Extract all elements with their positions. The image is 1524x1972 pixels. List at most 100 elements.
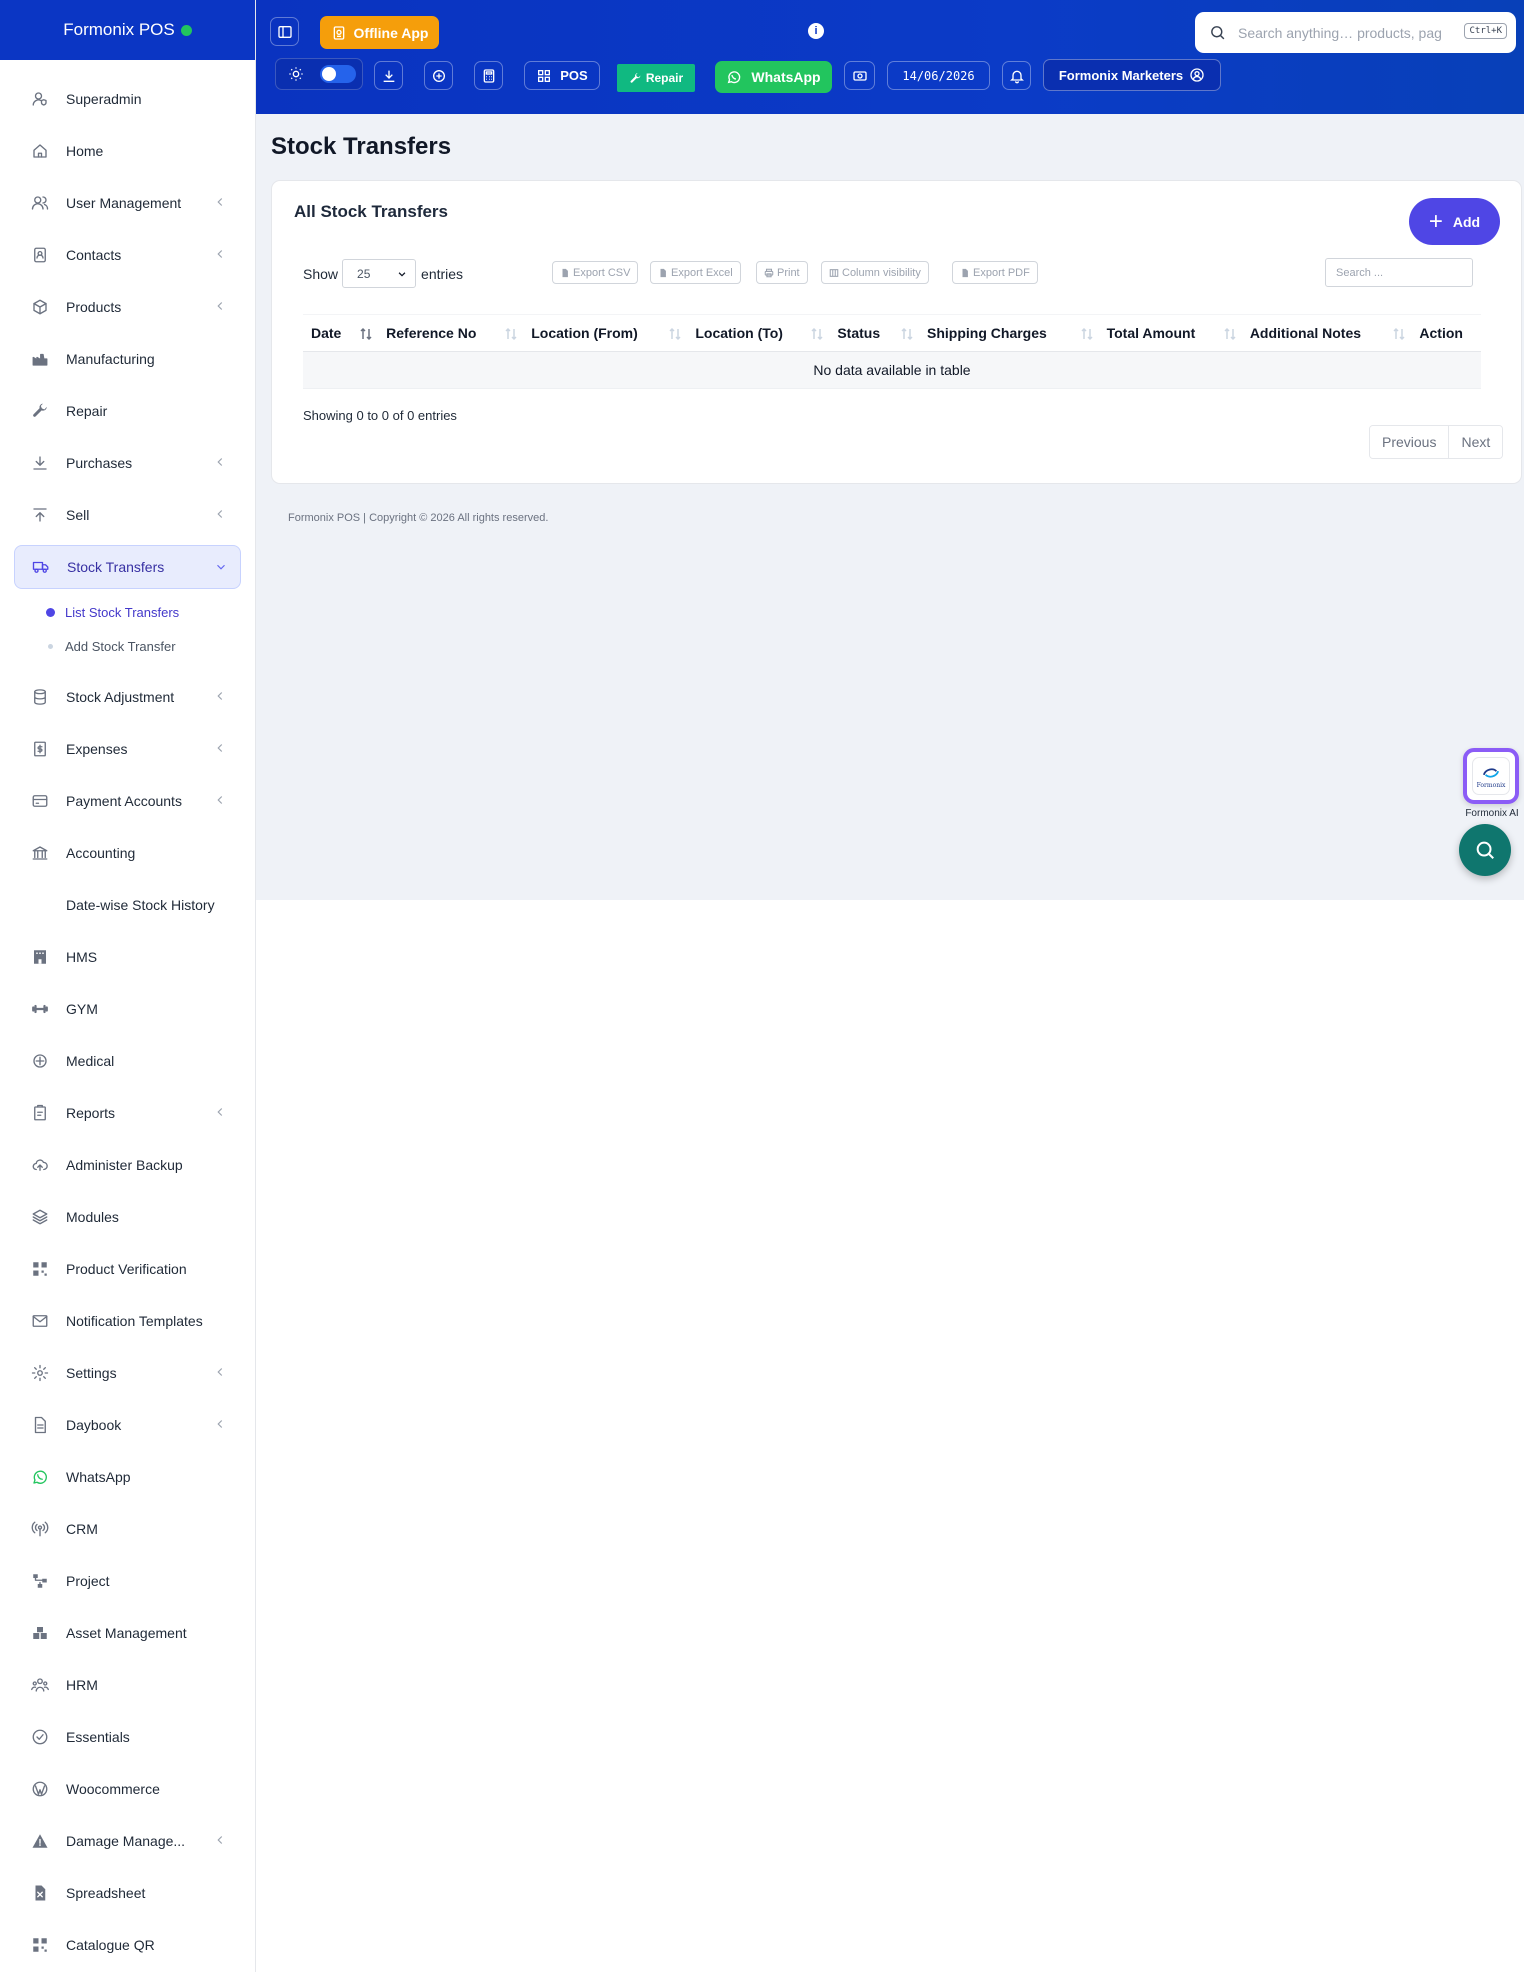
sidebar-item-damage-manage[interactable]: Damage Manage... <box>0 1815 255 1867</box>
column-header-additional-notes[interactable]: Additional Notes <box>1241 314 1412 352</box>
check-circle-icon <box>31 1728 49 1746</box>
sidebar-item-essentials[interactable]: Essentials <box>0 1711 255 1763</box>
export-pdf-label: Export PDF <box>973 266 1030 279</box>
pagination: Previous Next <box>1369 425 1504 459</box>
column-header-shipping-charges[interactable]: Shipping Charges <box>919 314 1099 352</box>
offline-app-label: Offline App <box>353 24 429 41</box>
column-header-action[interactable]: Action <box>1411 314 1481 352</box>
previous-page-button[interactable]: Previous <box>1370 426 1449 458</box>
home-icon <box>31 142 49 160</box>
column-header-location-from[interactable]: Location (From) <box>523 314 688 352</box>
add-quick-button[interactable] <box>424 61 453 90</box>
sort-icon <box>1393 327 1405 341</box>
column-header-reference-no[interactable]: Reference No <box>378 314 524 352</box>
page-title: Stock Transfers <box>271 133 452 160</box>
sidebar-item-sell[interactable]: Sell <box>0 489 255 541</box>
column-header-status[interactable]: Status <box>829 314 920 352</box>
info-button[interactable]: i <box>808 23 824 39</box>
pos-label: POS <box>560 68 588 83</box>
qr-icon <box>31 1260 49 1278</box>
print-button[interactable]: Print <box>756 261 808 284</box>
sidebar-item-modules[interactable]: Modules <box>0 1191 255 1243</box>
download-button[interactable] <box>374 61 403 90</box>
sidebar-item-label: Date-wise Stock History <box>66 897 215 913</box>
theme-toggle[interactable] <box>275 58 363 90</box>
notifications-button[interactable] <box>1002 61 1031 90</box>
column-visibility-button[interactable]: Column visibility <box>821 261 929 284</box>
pos-button[interactable]: POS <box>524 61 600 90</box>
sidebar-item-date-wise-stock-history[interactable]: Date-wise Stock History <box>0 879 255 931</box>
chevron-left-icon <box>217 1420 223 1428</box>
sidebar-item-stock-transfers[interactable]: Stock Transfers <box>14 545 241 589</box>
sidebar-item-crm[interactable]: CRM <box>0 1503 255 1555</box>
sidebar-item-woocommerce[interactable]: Woocommerce <box>0 1763 255 1815</box>
sidebar-item-asset-management[interactable]: Asset Management <box>0 1607 255 1659</box>
date-display[interactable]: 14/06/2026 <box>887 61 990 90</box>
sidebar-item-label: HRM <box>66 1677 98 1693</box>
brand-bar[interactable]: Formonix POS <box>0 0 255 60</box>
sidebar-item-notification-templates[interactable]: Notification Templates <box>0 1295 255 1347</box>
submenu-item-label: Add Stock Transfer <box>65 638 176 654</box>
export-csv-button[interactable]: Export CSV <box>552 261 639 284</box>
sidebar-item-settings[interactable]: Settings <box>0 1347 255 1399</box>
sidebar-item-medical[interactable]: Medical <box>0 1035 255 1087</box>
sidebar-item-purchases[interactable]: Purchases <box>0 437 255 489</box>
sidebar-item-project[interactable]: Project <box>0 1555 255 1607</box>
offline-app-button[interactable]: Offline App <box>320 16 439 49</box>
sidebar-item-payment-accounts[interactable]: Payment Accounts <box>0 775 255 827</box>
next-page-button[interactable]: Next <box>1448 426 1503 458</box>
spreadsheet-icon <box>31 1884 49 1902</box>
global-search-input[interactable] <box>1238 24 1448 41</box>
export-pdf-button[interactable]: Export PDF <box>952 261 1038 284</box>
column-header-total-amount[interactable]: Total Amount <box>1098 314 1242 352</box>
medical-icon <box>31 1052 49 1070</box>
sidebar-item-product-verification[interactable]: Product Verification <box>0 1243 255 1295</box>
file-excel-icon <box>660 268 666 277</box>
sidebar-item-stock-adjustment[interactable]: Stock Adjustment <box>0 671 255 723</box>
floating-search-button[interactable] <box>1459 824 1511 876</box>
sidebar-item-hrm[interactable]: HRM <box>0 1659 255 1711</box>
sidebar-item-whatsapp[interactable]: WhatsApp <box>0 1451 255 1503</box>
cash-register-button[interactable] <box>844 61 875 90</box>
sidebar-item-products[interactable]: Products <box>0 281 255 333</box>
sidebar-item-expenses[interactable]: Expenses <box>0 723 255 775</box>
chevron-down-icon <box>398 271 406 277</box>
sidebar-item-gym[interactable]: GYM <box>0 983 255 1035</box>
sidebar-item-user-management[interactable]: User Management <box>0 177 255 229</box>
submenu-item-add-stock-transfer[interactable]: Add Stock Transfer <box>0 629 255 663</box>
submenu-item-list-stock-transfers[interactable]: List Stock Transfers <box>0 595 255 629</box>
sidebar-item-daybook[interactable]: Daybook <box>0 1399 255 1451</box>
sidebar-item-superadmin[interactable]: Superadmin <box>0 73 255 125</box>
formonix-ai-logo: Formonix <box>1472 757 1510 795</box>
table-search-input[interactable] <box>1325 258 1473 287</box>
sidebar-item-accounting[interactable]: Accounting <box>0 827 255 879</box>
page-length-select[interactable]: 25 <box>342 259 417 288</box>
sidebar-item-contacts[interactable]: Contacts <box>0 229 255 281</box>
layers-icon <box>31 1208 49 1226</box>
sidebar-item-home[interactable]: Home <box>0 125 255 177</box>
offline-device-icon <box>333 25 344 40</box>
sidebar-item-catalogue-qr[interactable]: Catalogue QR <box>0 1919 255 1971</box>
chevron-left-icon <box>217 458 223 466</box>
search-icon <box>1476 841 1494 859</box>
theme-switch[interactable] <box>320 65 356 83</box>
calculator-button[interactable] <box>474 61 503 90</box>
whatsapp-button[interactable]: WhatsApp <box>715 61 832 93</box>
formonix-ai-label: Formonix AI <box>1465 808 1519 819</box>
column-header-date[interactable]: Date <box>303 314 379 352</box>
sidebar-item-spreadsheet[interactable]: Spreadsheet <box>0 1867 255 1919</box>
global-search-box[interactable]: Ctrl+K <box>1195 12 1516 53</box>
export-excel-button[interactable]: Export Excel <box>650 261 741 284</box>
toggle-sidebar-button[interactable] <box>270 17 299 46</box>
boxes-icon <box>31 1624 49 1642</box>
sidebar-item-administer-backup[interactable]: Administer Backup <box>0 1139 255 1191</box>
sidebar-item-reports[interactable]: Reports <box>0 1087 255 1139</box>
formonix-ai-button[interactable]: Formonix <box>1463 748 1519 804</box>
sidebar-item-repair[interactable]: Repair <box>0 385 255 437</box>
repair-button[interactable]: Repair <box>617 64 695 92</box>
sidebar-item-manufacturing[interactable]: Manufacturing <box>0 333 255 385</box>
add-stock-transfer-button[interactable]: + Add <box>1409 198 1500 245</box>
user-menu-button[interactable]: Formonix Marketers <box>1043 59 1221 91</box>
sidebar-item-hms[interactable]: HMS <box>0 931 255 983</box>
column-header-location-to[interactable]: Location (To) <box>687 314 830 352</box>
